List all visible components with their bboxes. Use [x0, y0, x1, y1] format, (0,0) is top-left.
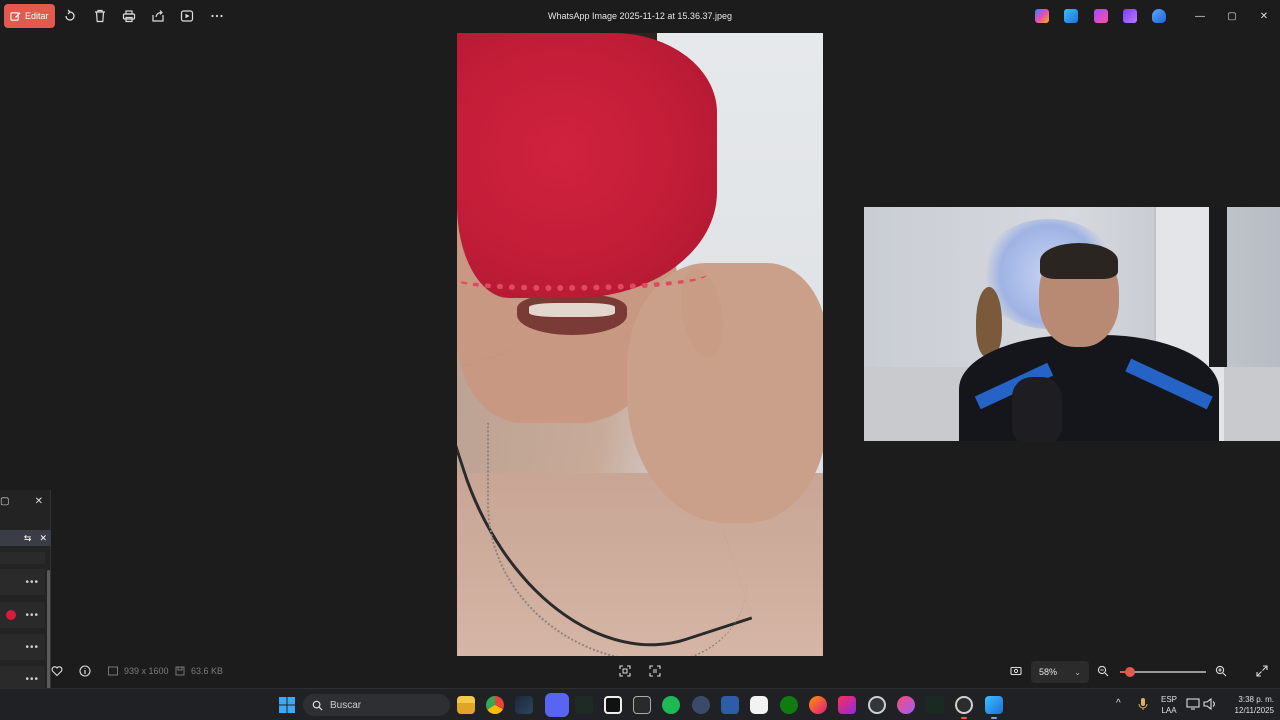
row-menu-icon[interactable]: •••	[25, 642, 39, 653]
more-icon[interactable]	[209, 8, 225, 24]
info-bar: 939 x 1600 63.6 KB 58% ⌄	[51, 660, 1280, 684]
spotify-icon[interactable]	[662, 696, 680, 714]
xbox-icon[interactable]	[780, 696, 798, 714]
tiktok-icon[interactable]	[838, 696, 856, 714]
side-panel-header: ⇆ ✕	[0, 530, 51, 546]
photo-red-blindfold	[457, 33, 717, 298]
share-icon[interactable]	[150, 8, 166, 24]
active-app-indicator	[991, 717, 997, 719]
photos-app-icon[interactable]	[1064, 9, 1078, 23]
clock-date: 12/11/2025	[1234, 706, 1274, 715]
firefox-icon[interactable]	[809, 696, 827, 714]
app-wavy-icon[interactable]	[721, 696, 739, 714]
side-panel: ▢ ✕ ⇆ ✕ ••• ••• ••• •••	[0, 490, 51, 720]
onedrive-icon[interactable]	[1152, 9, 1166, 23]
row-menu-icon[interactable]: •••	[25, 610, 39, 621]
copilot-icon[interactable]	[1035, 9, 1049, 23]
rotate-icon[interactable]	[62, 8, 78, 24]
search-placeholder: Buscar	[330, 699, 362, 711]
taskbar: Buscar ^ ESP LAA 3:38 p. m. 12/11/2025	[0, 688, 1280, 720]
discord-icon[interactable]	[545, 693, 569, 717]
active-app-indicator	[961, 717, 967, 719]
side-panel-row[interactable]: •••	[0, 602, 45, 628]
tray-overflow-chevron[interactable]: ^	[1116, 698, 1121, 709]
search-box[interactable]: Buscar	[303, 694, 450, 716]
webcam-guitar	[976, 287, 1002, 357]
start-icon[interactable]	[278, 696, 296, 714]
microphone-icon[interactable]	[1137, 697, 1149, 711]
side-panel-maximize-button[interactable]: ▢	[0, 496, 9, 507]
webcam-door-frame	[1209, 207, 1227, 367]
language-indicator[interactable]: ESP LAA	[1158, 694, 1180, 716]
zoom-slider-thumb[interactable]	[1125, 667, 1136, 677]
screenshot-icon[interactable]	[1010, 665, 1022, 677]
network-icon[interactable]	[1186, 698, 1200, 713]
4k-downloader-icon[interactable]	[692, 696, 710, 714]
record-icon[interactable]	[955, 696, 973, 714]
top-toolbar: Editar WhatsApp Image 2025-11-12 at 15.3…	[0, 0, 1280, 33]
file-size-icon	[175, 666, 185, 676]
print-icon[interactable]	[121, 8, 137, 24]
fit-to-window-icon[interactable]	[619, 665, 631, 677]
webcam-microphone	[1012, 377, 1062, 441]
info-icon[interactable]	[79, 665, 91, 677]
close-icon[interactable]: ✕	[39, 533, 47, 544]
side-panel-row[interactable]: •••	[0, 634, 45, 660]
gog-icon[interactable]	[750, 696, 768, 714]
chevron-down-icon: ⌄	[1074, 667, 1081, 677]
search-icon	[312, 700, 323, 711]
zoom-level-dropdown[interactable]: 58% ⌄	[1031, 661, 1089, 683]
edit-button-label: Editar	[25, 11, 49, 21]
file-size: 63.6 KB	[174, 665, 223, 677]
obs-icon[interactable]	[868, 696, 886, 714]
edit-icon	[10, 11, 21, 21]
image-dimensions: 939 x 1600	[107, 665, 169, 677]
steam-icon[interactable]	[515, 696, 533, 714]
actual-size-icon[interactable]	[649, 665, 661, 677]
file-explorer-icon[interactable]	[457, 696, 475, 714]
dimensions-icon	[108, 666, 118, 676]
favorite-icon[interactable]	[51, 665, 63, 677]
maximize-button[interactable]: ▢	[1224, 8, 1240, 24]
clipchamp-icon[interactable]	[1094, 9, 1108, 23]
photo-teeth	[529, 303, 615, 317]
language-code: ESP	[1160, 695, 1177, 704]
itunes-icon[interactable]	[897, 696, 915, 714]
delete-icon[interactable]	[92, 8, 108, 24]
collapse-icon[interactable]: ⇆	[24, 533, 32, 544]
window-title: WhatsApp Image 2025-11-12 at 15.36.37.jp…	[548, 11, 732, 21]
app-dark-icon[interactable]	[575, 696, 593, 714]
capcut-icon[interactable]	[604, 696, 622, 714]
webcam-person-hair	[1040, 243, 1118, 279]
webcam-overlay	[864, 207, 1280, 441]
volume-icon[interactable]	[1203, 697, 1217, 713]
chrome-icon[interactable]	[486, 696, 504, 714]
file-size-text: 63.6 KB	[191, 666, 224, 676]
app-purple-icon[interactable]	[1123, 9, 1137, 23]
dimensions-text: 939 x 1600	[124, 666, 169, 676]
minimize-button[interactable]: —	[1192, 8, 1208, 24]
app-dark2-icon[interactable]	[926, 696, 944, 714]
edit-button[interactable]: Editar	[4, 4, 55, 28]
main-photo[interactable]	[457, 33, 823, 656]
side-panel-close-button[interactable]: ✕	[35, 496, 43, 507]
zoom-level-text: 58%	[1039, 667, 1058, 677]
system-clock[interactable]: 3:38 p. m. 12/11/2025	[1222, 694, 1274, 716]
side-panel-row[interactable]: •••	[0, 569, 45, 595]
zoom-out-icon[interactable]	[1097, 665, 1109, 677]
language-layout: LAA	[1161, 706, 1177, 715]
row-menu-icon[interactable]: •••	[25, 674, 39, 685]
close-button[interactable]: ✕	[1256, 8, 1272, 24]
side-panel-row-stub	[0, 552, 45, 564]
zoom-in-icon[interactable]	[1215, 665, 1227, 677]
side-panel-titlebar: ▢ ✕	[0, 493, 51, 509]
notification-badge	[6, 610, 16, 620]
clock-time: 3:38 p. m.	[1238, 695, 1274, 704]
epic-games-icon[interactable]	[633, 696, 651, 714]
fullscreen-icon[interactable]	[1256, 665, 1268, 677]
row-menu-icon[interactable]: •••	[25, 577, 39, 588]
photos-icon[interactable]	[985, 696, 1003, 714]
zoom-slider[interactable]	[1120, 667, 1206, 677]
slideshow-icon[interactable]	[179, 8, 195, 24]
